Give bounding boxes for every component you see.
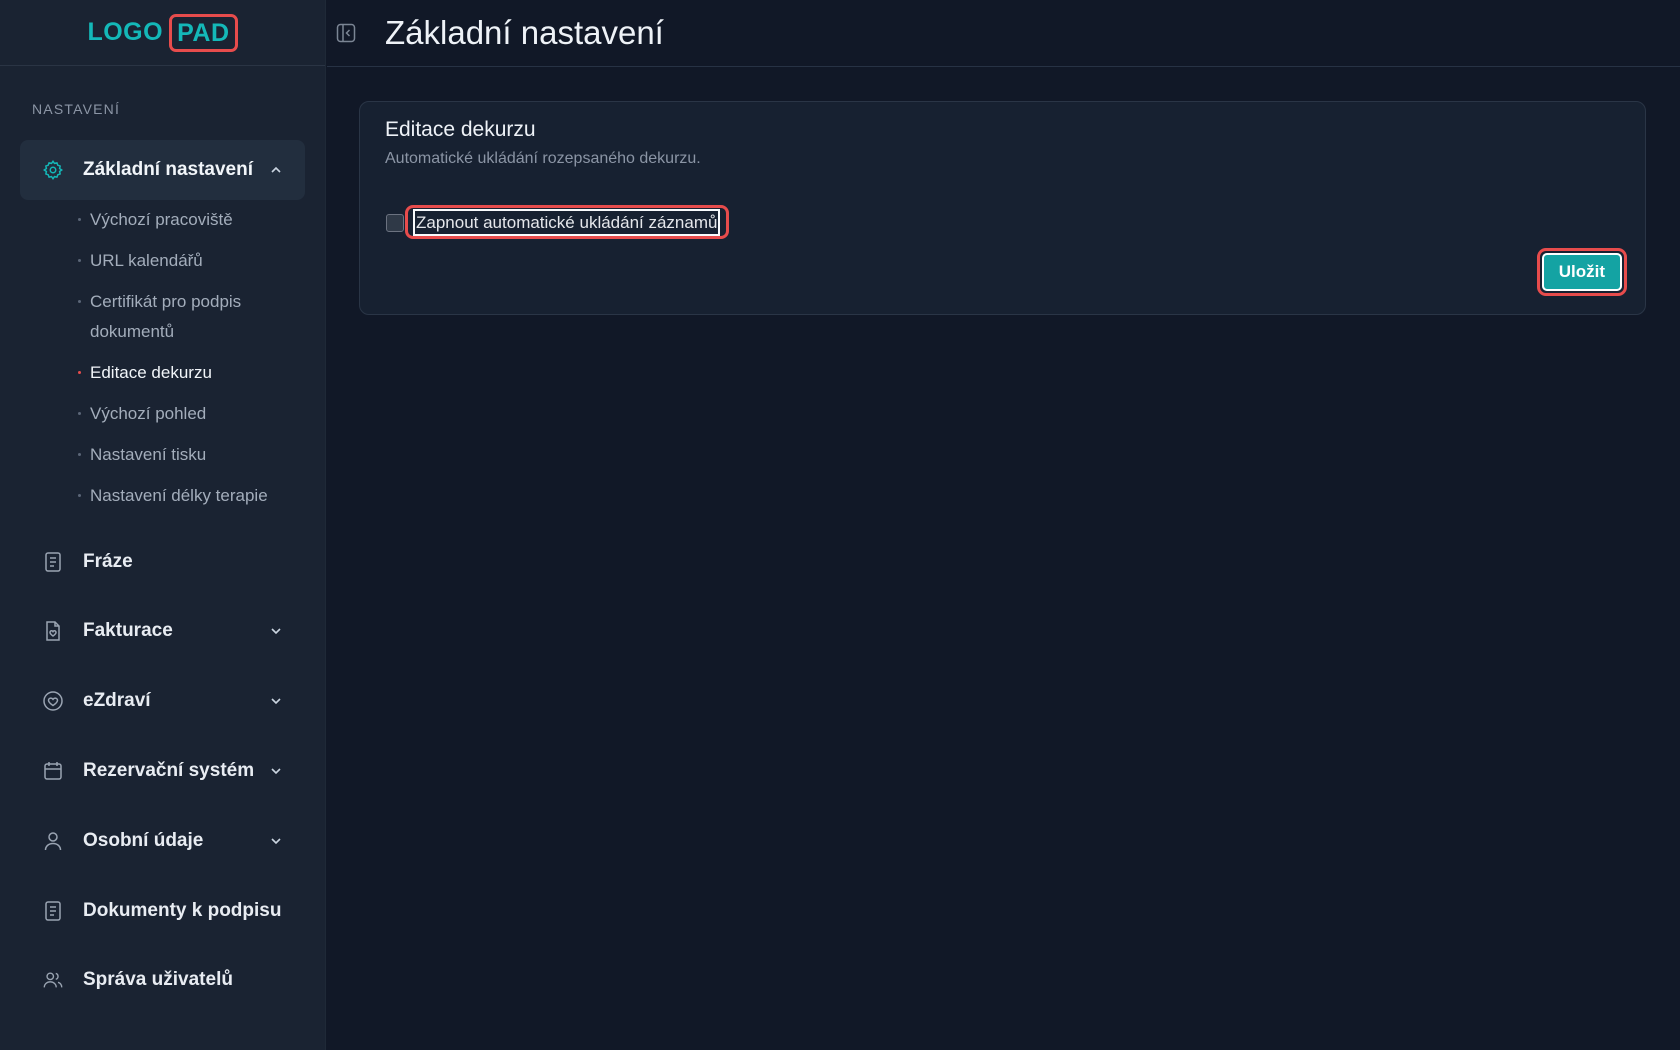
bullet-icon [78,371,81,374]
sidebar-item-ezdravi[interactable]: eZdraví [20,676,305,726]
sidebar-item-rezervacni-system[interactable]: Rezervační systém [20,746,305,796]
sidebar: LOGO PAD NASTAVENÍ Základní nastavení Vý… [0,0,326,1050]
sidebar-item-label: Dokumenty k podpisu [83,900,282,921]
document-icon [42,900,64,922]
sidebar-item-osobni-udaje[interactable]: Osobní údaje [20,816,305,866]
bullet-icon [78,453,81,456]
logo[interactable]: LOGO PAD [87,13,238,52]
bullet-icon [78,218,81,221]
sidebar-item-label: Fakturace [83,620,173,641]
sidebar-subitem-url-kalendaru[interactable]: URL kalendářů [78,246,308,276]
user-icon [42,830,64,852]
sidebar-collapse-icon[interactable] [335,22,357,44]
gear-icon [42,159,64,181]
sidebar-item-label: Fráze [83,551,133,572]
sidebar-item-label: Osobní údaje [83,830,204,851]
sidebar-subitem-certifikat[interactable]: Certifikát pro podpis dokumentů [78,287,278,347]
users-icon [42,969,64,991]
calendar-icon [42,760,64,782]
logo-bar: LOGO PAD [0,0,325,66]
sidebar-item-label: Rezervační systém [83,760,255,781]
sidebar-item-label: Základní nastavení [83,159,254,180]
sidebar-item-label: Správa uživatelů [83,969,233,990]
chevron-down-icon [269,624,283,638]
save-button[interactable]: Uložit [1541,253,1622,291]
document-icon [42,551,64,573]
sidebar-submenu: Výchozí pracoviště URL kalendářů Certifi… [78,205,308,522]
bullet-icon [78,494,81,497]
autosave-checkbox[interactable] [386,214,404,232]
sidebar-subitem-vychozi-pohled[interactable]: Výchozí pohled [78,399,308,429]
save-button-highlight: Uložit [1536,248,1627,296]
heart-icon [42,690,64,712]
card-subtitle: Automatické ukládání rozepsaného dekurzu… [385,150,701,167]
sidebar-item-fraze[interactable]: Fráze [20,537,305,587]
sidebar-subitem-nastaveni-tisku[interactable]: Nastavení tisku [78,440,308,470]
page-title: Základní nastavení [385,14,664,51]
sidebar-item-fakturace[interactable]: Fakturace [20,606,305,656]
sidebar-subitem-editace-dekurzu[interactable]: Editace dekurzu [78,358,308,388]
chevron-up-icon [269,163,283,177]
sidebar-item-sprava-uzivatelu[interactable]: Správa uživatelů [20,955,305,1005]
card-title: Editace dekurzu [385,118,536,141]
bullet-icon [78,412,81,415]
chevron-down-icon [269,694,283,708]
checkbox-label-text: Zapnout automatické ukládání záznamů [413,208,721,236]
invoice-icon [42,620,64,642]
sidebar-item-label: eZdraví [83,690,151,711]
page-header: Základní nastavení [327,0,1680,67]
logo-pad-text: PAD [169,13,238,52]
logo-text: LOGO [87,18,164,46]
sidebar-item-dokumenty-k-podpisu[interactable]: Dokumenty k podpisu [20,886,305,936]
sidebar-item-zakladni-nastaveni[interactable]: Základní nastavení [20,140,305,200]
sidebar-section-label: NASTAVENÍ [32,101,121,117]
sidebar-subitem-delka-terapie[interactable]: Nastavení délky terapie [78,481,308,511]
chevron-down-icon [269,834,283,848]
chevron-down-icon [269,764,283,778]
bullet-icon [78,259,81,262]
bullet-icon [78,300,81,303]
autosave-checkbox-label[interactable]: Zapnout automatické ukládání záznamů [405,205,730,239]
settings-card: Editace dekurzu Automatické ukládání roz… [359,101,1646,315]
sidebar-subitem-vychozi-pracoviste[interactable]: Výchozí pracoviště [78,205,308,235]
